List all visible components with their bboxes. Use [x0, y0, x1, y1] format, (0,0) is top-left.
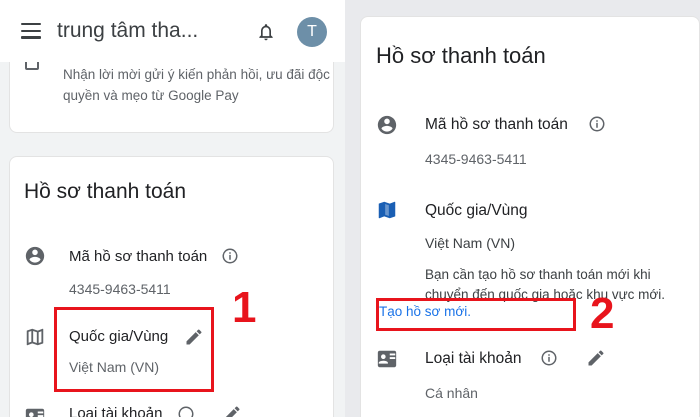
contact-card-icon [377, 350, 397, 368]
account-circle-icon [25, 246, 45, 266]
info-icon[interactable] [221, 247, 239, 265]
step-number-2: 2 [590, 289, 615, 338]
profile-id-label: Mã hồ sơ thanh toán [69, 248, 208, 265]
payment-profile-card [360, 16, 700, 417]
contact-card-icon [25, 408, 45, 417]
profile-id-value: 4345-9463-5411 [425, 151, 527, 167]
bell-icon[interactable] [256, 21, 276, 43]
account-type-value: Cá nhân [425, 385, 478, 401]
country-value: Việt Nam (VN) [425, 235, 515, 251]
payment-profile-title: Hồ sơ thanh toán [376, 43, 546, 68]
highlight-box-country [54, 307, 214, 392]
account-type-label: Loại tài khoản [69, 405, 163, 417]
profile-id-label: Mã hồ sơ thanh toán [425, 116, 568, 133]
search-query-text[interactable]: trung tâm tha... [57, 19, 198, 43]
payment-profile-title: Hồ sơ thanh toán [24, 180, 187, 203]
country-label: Quốc gia/Vùng [425, 202, 528, 219]
menu-icon[interactable] [21, 23, 41, 39]
info-icon[interactable] [540, 349, 558, 367]
step-number-1: 1 [232, 283, 257, 332]
account-type-label: Loại tài khoản [425, 350, 522, 367]
avatar[interactable]: T [297, 17, 327, 47]
pencil-icon[interactable] [586, 348, 606, 368]
map-icon [378, 201, 396, 219]
pencil-icon[interactable] [222, 404, 242, 417]
map-icon [26, 328, 44, 346]
app-header: trung tâm tha... T [0, 0, 345, 62]
highlight-box-create-link [376, 298, 576, 331]
info-icon[interactable] [588, 115, 606, 133]
account-circle-icon [377, 115, 397, 135]
profile-id-value: 4345-9463-5411 [69, 281, 171, 297]
info-icon[interactable] [177, 405, 195, 417]
consent-text: Nhận lời mời gửi ý kiến phản hồi, ưu đãi… [63, 67, 330, 103]
